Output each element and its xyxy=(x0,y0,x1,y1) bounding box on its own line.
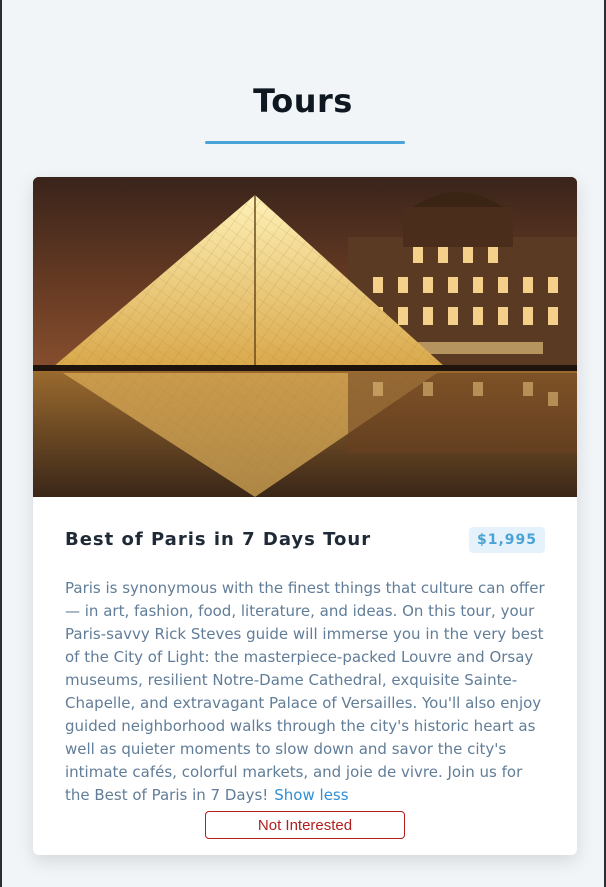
tour-header: Best of Paris in 7 Days Tour $1,995 xyxy=(65,523,545,557)
tour-description: Paris is synonymous with the finest thin… xyxy=(65,577,545,807)
tour-name: Best of Paris in 7 Days Tour xyxy=(65,529,372,550)
tours-page: Tours Best of Paris in 7 Days Tour $1,99… xyxy=(2,0,604,887)
tour-description-text: Paris is synonymous with the finest thin… xyxy=(65,579,545,804)
page-title: Tours xyxy=(253,82,353,120)
title-underline xyxy=(205,141,405,144)
tour-card-body: Best of Paris in 7 Days Tour $1,995 Pari… xyxy=(33,497,577,855)
tour-card: Best of Paris in 7 Days Tour $1,995 Pari… xyxy=(33,177,577,855)
louvre-pyramid-illustration xyxy=(33,177,577,497)
tour-image xyxy=(33,177,577,497)
show-less-button[interactable]: Show less xyxy=(268,786,348,804)
price-badge: $1,995 xyxy=(468,527,545,553)
not-interested-button[interactable]: Not Interested xyxy=(205,811,405,839)
